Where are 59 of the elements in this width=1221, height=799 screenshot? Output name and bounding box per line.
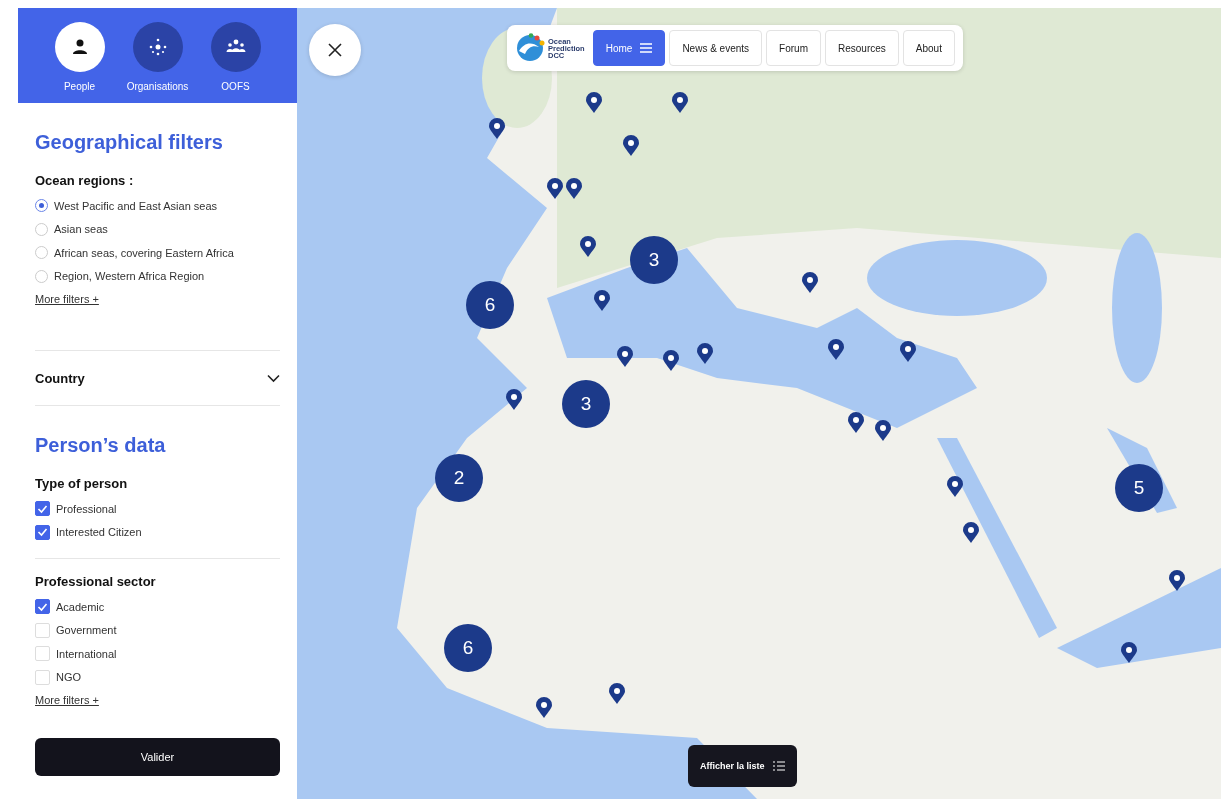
show-list-button[interactable]: Afficher la liste: [688, 745, 797, 787]
option-label: African seas, covering Eastern Africa: [54, 246, 234, 259]
map-pin-icon[interactable]: [672, 92, 688, 114]
map-pin-icon[interactable]: [566, 178, 582, 200]
close-icon: [328, 43, 342, 57]
map-pin-icon[interactable]: [828, 339, 844, 361]
section-title: Geographical filters: [35, 131, 224, 154]
map-pin-icon[interactable]: [609, 683, 625, 705]
checkbox[interactable]: [35, 524, 50, 540]
category-tab[interactable]: People: [44, 22, 115, 103]
map-pin-icon[interactable]: [1121, 642, 1137, 664]
map-pin-icon[interactable]: [663, 350, 679, 372]
map-pin-icon[interactable]: [697, 343, 713, 365]
map-pin-icon[interactable]: [963, 522, 979, 544]
filter-label: Professional sector: [35, 574, 157, 589]
checkbox[interactable]: [35, 599, 50, 615]
map-pin-icon[interactable]: [947, 476, 963, 498]
option-label: Asian seas: [54, 223, 108, 236]
option-label: Interested Citizen: [56, 526, 142, 539]
country-dropdown[interactable]: Country: [35, 351, 280, 405]
checkbox[interactable]: [35, 501, 50, 517]
map-pin-icon[interactable]: [802, 272, 818, 294]
more-filters-link[interactable]: More filters +: [35, 694, 99, 706]
filter-label: Type of person: [35, 476, 129, 491]
map-pin-icon[interactable]: [586, 92, 602, 114]
list-icon: [772, 761, 785, 771]
map-pin-icon[interactable]: [594, 290, 610, 312]
option-label: Region, Western Africa Region: [54, 270, 205, 283]
nav-item[interactable]: News & events: [669, 30, 763, 66]
category-tab[interactable]: OOFS: [200, 22, 271, 103]
more-filters-link[interactable]: More filters +: [35, 293, 99, 305]
menu-icon: [640, 43, 653, 53]
map-pin-icon[interactable]: [623, 135, 639, 157]
map-pin-icon[interactable]: [1169, 570, 1185, 592]
map-pin-icon[interactable]: [547, 178, 563, 200]
option-label: International: [56, 647, 117, 660]
map-pin-icon[interactable]: [617, 346, 633, 368]
section-title: Person’s data: [35, 434, 167, 457]
map-pin-icon[interactable]: [506, 389, 522, 411]
nav-item[interactable]: About: [902, 30, 955, 66]
map-pin-icon[interactable]: [489, 118, 505, 140]
option-label: Professional: [56, 502, 117, 515]
category-tab[interactable]: Organisations: [122, 22, 193, 103]
submit-button[interactable]: Valider: [35, 738, 280, 776]
option-label: West Pacific and East Asian seas: [54, 199, 218, 212]
map-pin-icon[interactable]: [580, 236, 596, 258]
map-pin-icon[interactable]: [900, 341, 916, 363]
option-label: NGO: [56, 671, 82, 684]
filter-label: Ocean regions :: [35, 173, 135, 188]
map-pin-icon[interactable]: [875, 420, 891, 442]
option-label: Academic: [56, 600, 105, 613]
map-pin-icon[interactable]: [536, 697, 552, 719]
logo-icon: [515, 33, 545, 63]
nav-item[interactable]: Forum: [766, 30, 821, 66]
dots-network-icon: [147, 37, 168, 57]
nav-item[interactable]: Resources: [825, 30, 899, 66]
map-pin-icon[interactable]: [848, 412, 864, 434]
nav-item[interactable]: Home: [592, 30, 666, 66]
option-label: Government: [56, 624, 117, 637]
